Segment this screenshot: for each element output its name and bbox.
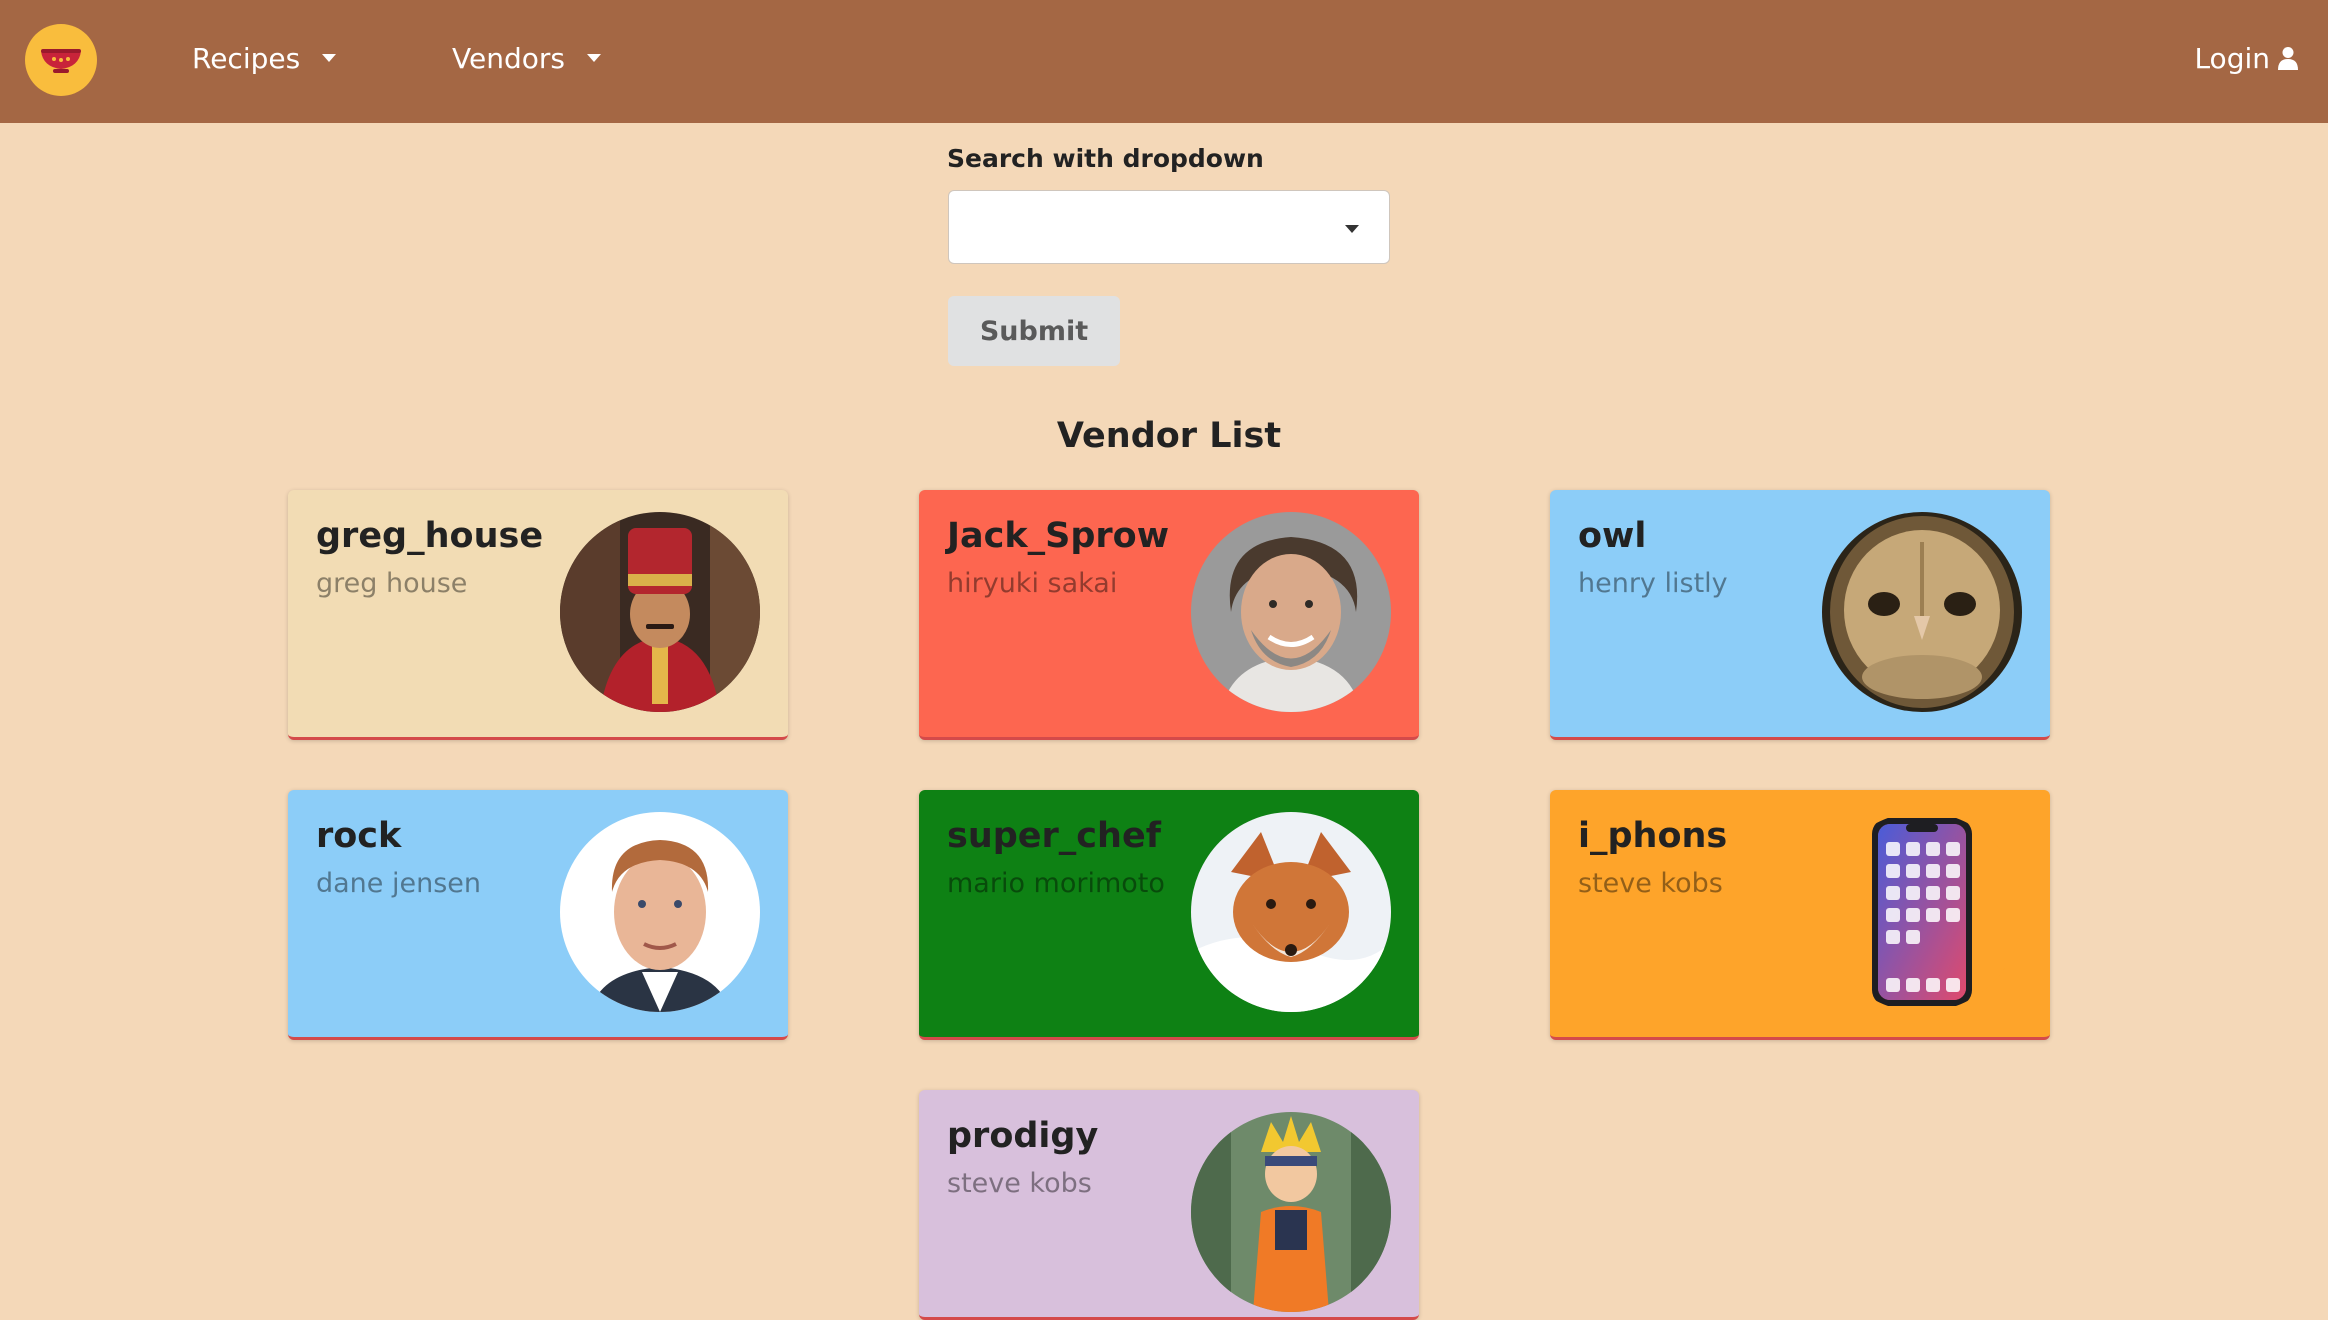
nav-recipes-dropdown[interactable]: Recipes (192, 0, 337, 116)
man-photo (1191, 512, 1391, 712)
vendor-username: prodigy (947, 1116, 1099, 1156)
nav-recipes-label: Recipes (192, 41, 301, 75)
vendor-search-dropdown[interactable] (948, 190, 1390, 264)
vendor-avatar (1191, 512, 1391, 712)
navbar: Recipes Vendors Login (0, 0, 2328, 123)
vendor-avatar (1191, 812, 1391, 1012)
vendor-name: steve kobs (1578, 868, 1723, 899)
chevron-down-icon (1345, 225, 1359, 233)
vendor-username: super_chef (947, 816, 1161, 856)
phone-photo (1822, 812, 2022, 1012)
vendor-name: dane jensen (316, 868, 482, 899)
vendor-avatar (1822, 812, 2022, 1012)
man-photo (560, 812, 760, 1012)
vendor-username: i_phons (1578, 816, 1728, 856)
vendor-card[interactable]: i_phons steve kobs (1550, 790, 2050, 1040)
vendor-name: henry listly (1578, 568, 1728, 599)
vendor-avatar (560, 512, 760, 712)
vendor-card[interactable]: greg_house greg house (288, 490, 788, 740)
vendor-username: rock (316, 816, 402, 856)
vendor-card[interactable]: owl henry listly (1550, 490, 2050, 740)
user-icon (2278, 47, 2298, 70)
submit-button[interactable]: Submit (948, 296, 1120, 366)
nav-vendors-dropdown[interactable]: Vendors (452, 0, 601, 116)
vendor-card[interactable]: rock dane jensen (288, 790, 788, 1040)
vendor-card[interactable]: super_chef mario morimoto (919, 790, 1419, 1040)
search-label: Search with dropdown (947, 144, 1264, 173)
logo[interactable] (25, 24, 97, 96)
vendor-list-title: Vendor List (1056, 416, 1282, 456)
vendor-card[interactable]: Jack_Sprow hiryuki sakai (919, 490, 1419, 740)
nav-vendors-label: Vendors (452, 41, 565, 75)
login-link[interactable]: Login (2194, 0, 2298, 116)
owl-photo (1822, 512, 2022, 712)
bowl-icon (41, 49, 81, 73)
vendor-name: steve kobs (947, 1168, 1092, 1199)
vendor-username: owl (1578, 516, 1647, 556)
vendor-name: hiryuki sakai (947, 568, 1118, 599)
login-label: Login (2194, 41, 2270, 75)
vendor-avatar (560, 812, 760, 1012)
chevron-down-icon (586, 54, 601, 62)
anime-character-photo (1191, 1112, 1391, 1312)
fox-photo (1191, 812, 1391, 1012)
vendor-username: greg_house (316, 516, 544, 556)
vendor-avatar (1822, 512, 2022, 712)
vendor-name: greg house (316, 568, 468, 599)
vendor-name: mario morimoto (947, 868, 1165, 899)
chef-photo (560, 512, 760, 712)
vendor-username: Jack_Sprow (947, 516, 1170, 556)
vendor-card[interactable]: prodigy steve kobs (919, 1090, 1419, 1320)
chevron-down-icon (322, 54, 337, 62)
vendor-avatar (1191, 1112, 1391, 1312)
